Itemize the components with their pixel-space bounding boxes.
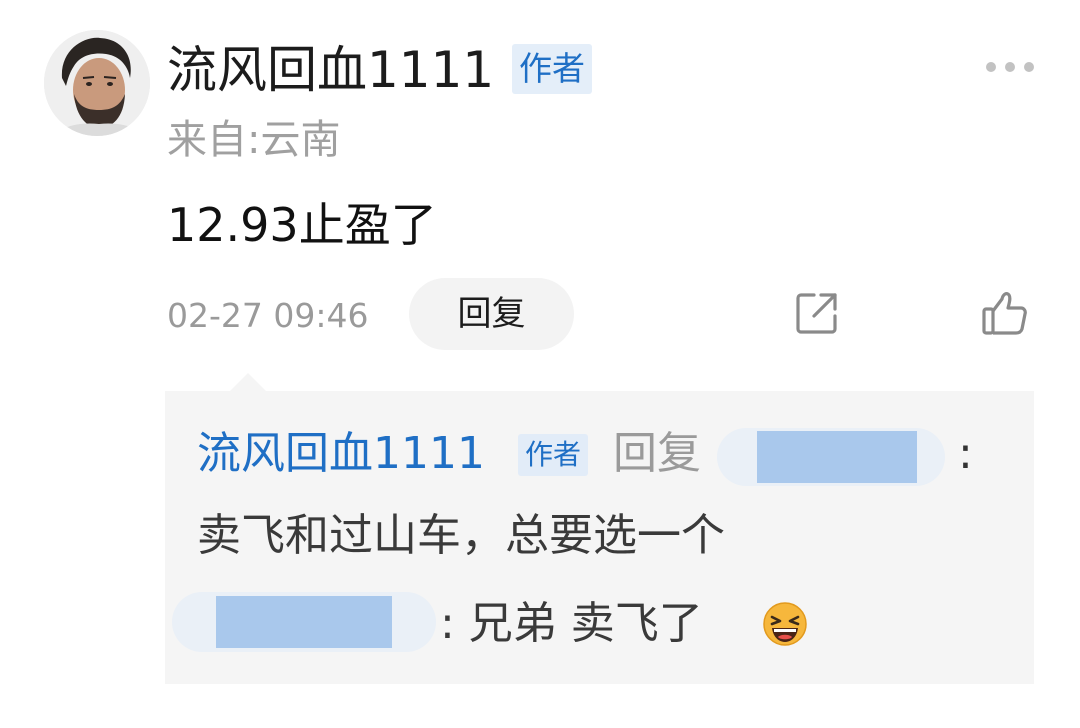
laughing-emoji-icon: [763, 602, 807, 646]
reply-button[interactable]: 回复: [409, 278, 574, 350]
post-username[interactable]: 流风回血1111: [167, 38, 494, 102]
author-badge: 作者: [512, 44, 592, 94]
post-location: 来自:云南: [167, 117, 341, 163]
reply-author-badge: 作者: [518, 434, 589, 476]
reply-colon: :: [958, 428, 973, 479]
post-timestamp: 02-27 09:46: [167, 296, 369, 335]
thumbs-up-icon[interactable]: [980, 288, 1030, 338]
avatar-image: [44, 30, 150, 136]
reply-username[interactable]: 流风回血1111: [197, 424, 485, 484]
post-content: 12.93止盈了: [167, 198, 437, 252]
avatar[interactable]: [44, 30, 150, 136]
reply-box-pointer: [230, 373, 266, 391]
reply-verb: 回复: [613, 428, 701, 479]
share-icon[interactable]: [794, 290, 840, 336]
more-dots-icon[interactable]: [986, 60, 1034, 74]
comment-thread: 流风回血1111 作者 来自:云南 12.93止盈了 02-27 09:46 回…: [0, 0, 1080, 728]
redacted-username: [172, 592, 436, 652]
reply-text: : 兄弟 卖飞了: [440, 598, 703, 649]
reply-text: 卖飞和过山车，总要选一个: [197, 510, 725, 561]
redacted-username: [717, 428, 945, 486]
